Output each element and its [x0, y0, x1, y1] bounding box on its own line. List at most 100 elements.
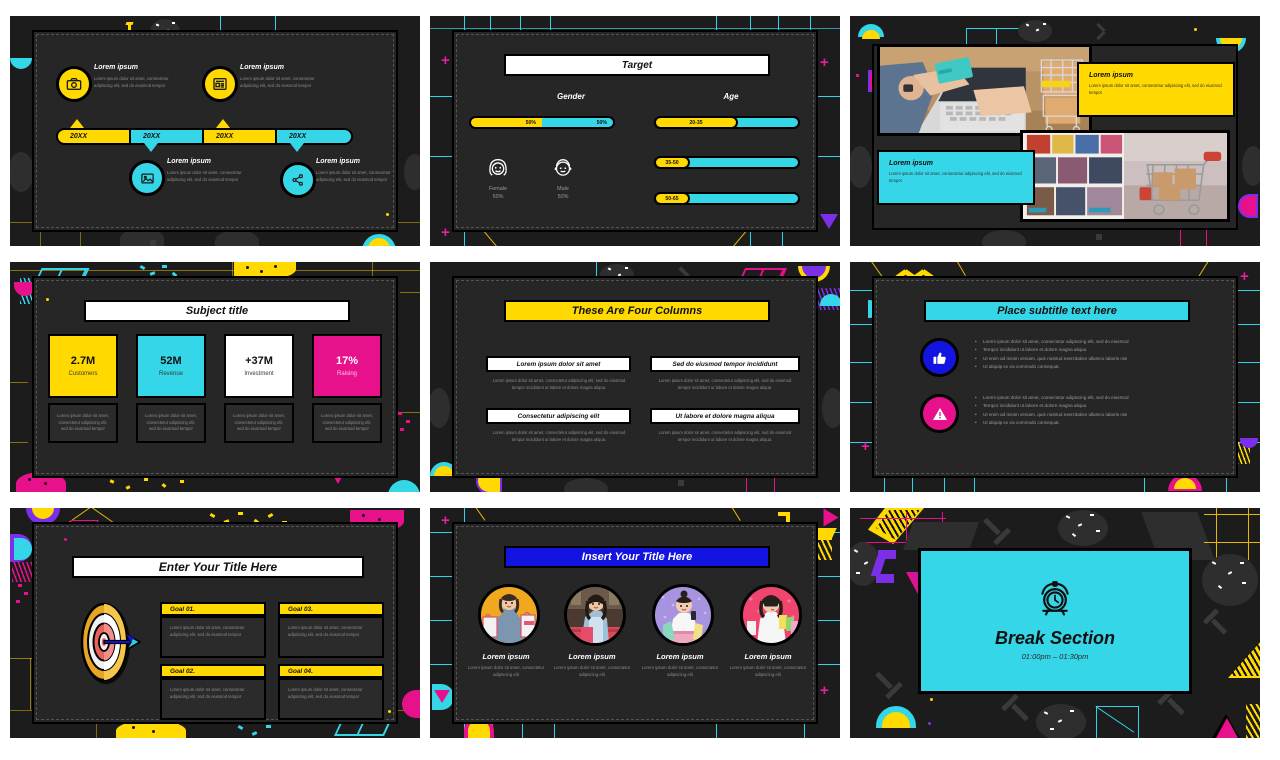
- break-panel: Break Section 01:00pm – 01:30pm: [918, 548, 1192, 694]
- slide-target[interactable]: + + + Target Gender Age 50% 50% Female 5…: [430, 16, 840, 246]
- deco-line: [816, 96, 840, 97]
- goal-heading: Goal 02.: [160, 664, 266, 678]
- deco-half-circle: [362, 234, 396, 246]
- deco-speck: [856, 572, 860, 574]
- deco-speck: [1096, 530, 1100, 532]
- deco-dot: [274, 265, 277, 268]
- timeline-item-body: Lorem ipsum dolor sit amet, consectetur …: [240, 76, 315, 88]
- deco-blob: [430, 388, 450, 428]
- male-face-icon: [550, 154, 576, 185]
- share-icon: [280, 162, 316, 198]
- deco-square: [1096, 234, 1102, 240]
- deco-zigzag: [875, 671, 893, 690]
- deco-line: [966, 28, 1020, 29]
- slide-team-photos[interactable]: + + + Insert Your Title Here Lorem ipsum…: [430, 508, 840, 738]
- deco-half-circle: [1240, 438, 1258, 448]
- deco-triangle-yellow: [868, 508, 924, 544]
- kpi-card[interactable]: +37M Investment Lorem ipsum dolor sit am…: [224, 334, 294, 443]
- deco-speck: [1242, 582, 1246, 584]
- kpi-value: 17%: [335, 355, 359, 367]
- deco-speck: [251, 731, 258, 736]
- deco-speck: [863, 561, 869, 565]
- deco-line: [1096, 706, 1097, 738]
- image-icon: [129, 160, 165, 196]
- gender-split-bar[interactable]: 50% 50%: [469, 116, 615, 129]
- deco-plus: +: [820, 54, 829, 71]
- deco-line: [774, 476, 775, 492]
- deco-dot: [44, 482, 47, 485]
- goal-body: Lorem ipsum dolor sit amet, consectetur …: [288, 687, 363, 699]
- slide-content-panel: Enter Your Title Here Goal 01. Lorem ips…: [32, 522, 398, 724]
- deco-hatch: [12, 562, 32, 582]
- slide-break-section[interactable]: Break Section 01:00pm – 01:30pm: [850, 508, 1260, 738]
- gender-female-label: Female: [489, 186, 507, 192]
- deco-line: [522, 724, 523, 738]
- deco-speck: [1077, 523, 1083, 527]
- column-heading: Ut labore et dolore magna aliqua: [650, 408, 800, 424]
- bullet-list-2: Lorem ipsum dolor sit amet, consectetur …: [974, 394, 1227, 428]
- slide-goals[interactable]: Enter Your Title Here Goal 01. Lorem ips…: [10, 508, 420, 738]
- slide-timeline[interactable]: Lorem ipsum Lorem ipsum dolor sit amet, …: [10, 16, 420, 246]
- kpi-card[interactable]: 52M Revenue Lorem ipsum dolor sit amet, …: [136, 334, 206, 443]
- column-body: Lorem ipsum dolor sit amet, consectetur …: [492, 378, 626, 390]
- deco-speck: [155, 23, 160, 27]
- timeline-item-body: Lorem ipsum dolor sit amet, consectetur …: [167, 170, 242, 182]
- kpi-note: Lorem ipsum dolor sit amet, consectetur …: [48, 403, 118, 443]
- timeline-segment[interactable]: 20XX: [202, 128, 278, 145]
- age-bar-label: 20-35: [654, 116, 738, 129]
- timeline-segment[interactable]: 20XX: [275, 128, 353, 145]
- kpi-note: Lorem ipsum dolor sit amet, consectetur …: [224, 403, 294, 443]
- deco-blob: [10, 152, 34, 192]
- kpi-label: Revenue: [158, 371, 184, 377]
- goal-body: Lorem ipsum dolor sit amet, consectetur …: [288, 625, 363, 637]
- deco-speck: [237, 724, 244, 731]
- age-bar-label: 50-65: [654, 192, 690, 205]
- goal-card[interactable]: Lorem ipsum dolor sit amet, consectetur …: [278, 616, 384, 658]
- timeline-item-title: Lorem ipsum: [316, 158, 360, 165]
- deco-line: [10, 270, 420, 271]
- avatar[interactable]: [564, 584, 626, 646]
- deco-line: [746, 476, 747, 492]
- deco-line: [944, 478, 945, 492]
- deco-line: [490, 16, 491, 31]
- deco-line: [470, 508, 486, 521]
- deco-speck: [16, 600, 20, 603]
- deco-speck: [1025, 23, 1030, 27]
- avatar[interactable]: [652, 584, 714, 646]
- deco-line: [10, 442, 28, 443]
- timeline-segment-label: 20XX: [70, 133, 88, 140]
- warning-icon: [920, 394, 959, 433]
- gender-male-percent: 50%: [557, 194, 569, 201]
- avatar[interactable]: [740, 584, 802, 646]
- slide-subtitle-bullets[interactable]: + + + Place subtitle text here Lorem ips…: [850, 262, 1260, 492]
- deco-line: [750, 232, 751, 246]
- column-body: Lorem ipsum dolor sit amet, consectetur …: [658, 430, 792, 442]
- kpi-value-block: 17% Raising: [312, 334, 382, 398]
- goal-card[interactable]: Lorem ipsum dolor sit amet, consectetur …: [278, 678, 384, 720]
- deco-half-circle: [32, 508, 54, 519]
- kpi-value: 52M: [160, 355, 182, 367]
- timeline-notch-down: [144, 143, 158, 152]
- slide-four-columns[interactable]: These Are Four Columns Lorem ipsum dolor…: [430, 262, 840, 492]
- slide-stats[interactable]: Subject title 2.7M Customers Lorem ipsum…: [10, 262, 420, 492]
- timeline-segment[interactable]: 20XX: [56, 128, 132, 145]
- deco-triangle: [1212, 714, 1240, 738]
- kpi-label: Customers: [68, 371, 98, 377]
- deco-line: [1144, 478, 1145, 492]
- goal-card[interactable]: Lorem ipsum dolor sit amet, consectetur …: [160, 678, 266, 720]
- slide-photos[interactable]: Lorem ipsum Lorem ipsum dolor sit amet, …: [850, 16, 1260, 246]
- kpi-card[interactable]: 17% Raising Lorem ipsum dolor sit amet, …: [312, 334, 382, 443]
- goal-card[interactable]: Lorem ipsum dolor sit amet, consectetur …: [160, 616, 266, 658]
- deco-triangle: [820, 214, 838, 229]
- kpi-card[interactable]: 2.7M Customers Lorem ipsum dolor sit ame…: [48, 334, 118, 443]
- deco-line: [84, 508, 114, 523]
- timeline-item-title: Lorem ipsum: [94, 64, 138, 71]
- deco-line: [1096, 706, 1138, 707]
- deco-line: [400, 292, 420, 293]
- deco-hatch: [876, 510, 920, 540]
- timeline-segment-label: 20XX: [216, 133, 234, 140]
- deco-speck: [24, 592, 28, 595]
- deco-line: [1226, 478, 1227, 492]
- timeline-segment[interactable]: 20XX: [129, 128, 205, 145]
- avatar[interactable]: [478, 584, 540, 646]
